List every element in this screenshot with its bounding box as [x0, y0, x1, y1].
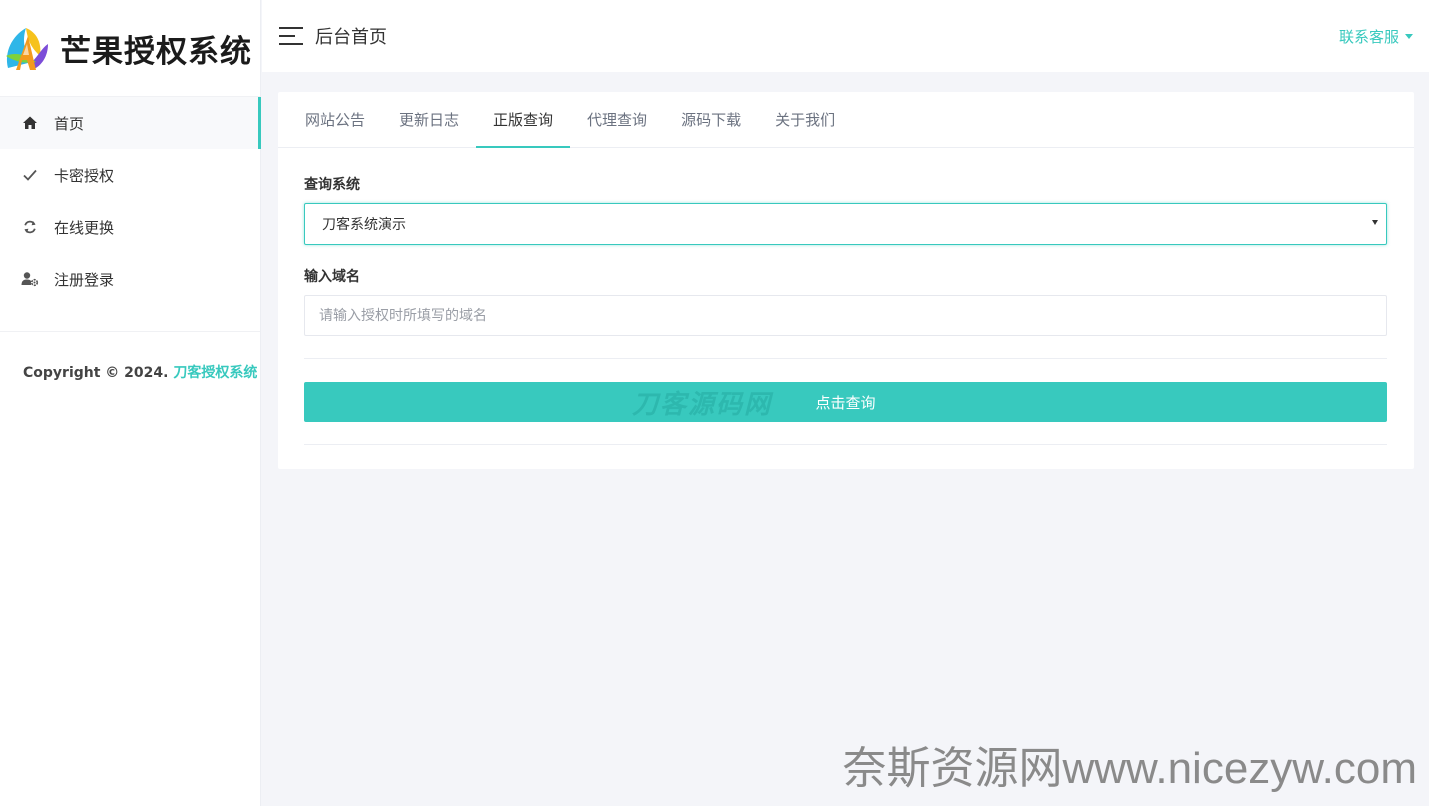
- system-select-value: 刀客系统演示: [322, 217, 406, 233]
- contact-service-dropdown[interactable]: 联系客服: [1339, 26, 1413, 47]
- copyright: Copyright © 2024. 刀客授权系统: [0, 332, 260, 382]
- tab-genuine-query[interactable]: 正版查询: [476, 92, 571, 148]
- sidebar-item-label: 卡密授权: [54, 166, 115, 185]
- query-card: 网站公告 更新日志 正版查询 代理查询 源码下载 关于我们 查询系统 刀客系统演…: [278, 92, 1414, 469]
- select-arrow-icon: [1372, 220, 1378, 225]
- tab-announcement[interactable]: 网站公告: [288, 92, 382, 147]
- sidebar-item-online-change[interactable]: 在线更换: [0, 201, 260, 253]
- check-icon: [21, 166, 39, 184]
- system-label: 查询系统: [304, 177, 360, 193]
- form-divider: [304, 358, 1387, 359]
- copyright-text: Copyright © 2024.: [23, 365, 169, 381]
- refresh-icon: [21, 218, 39, 236]
- sidebar-item-label: 注册登录: [54, 270, 115, 289]
- query-submit-button[interactable]: 点击查询 刀客源码网: [304, 382, 1387, 422]
- home-icon: [21, 114, 39, 132]
- tab-source-download[interactable]: 源码下载: [664, 92, 758, 147]
- mango-logo-icon: [2, 22, 52, 74]
- tab-about-us[interactable]: 关于我们: [758, 92, 852, 147]
- tab-changelog[interactable]: 更新日志: [382, 92, 476, 147]
- contact-service-label: 联系客服: [1338, 27, 1399, 46]
- button-watermark-text: 刀客源码网: [632, 390, 773, 420]
- domain-input[interactable]: [304, 295, 1387, 336]
- query-form: 查询系统 刀客系统演示 输入域名 点击查询 刀客源码网: [278, 148, 1414, 445]
- top-header: 后台首页 联系客服: [262, 0, 1429, 72]
- page-title: 后台首页: [315, 27, 387, 48]
- sidebar-nav: 首页 卡密授权 在线更换 注册登录: [0, 97, 261, 305]
- sidebar-item-register-login[interactable]: 注册登录: [0, 253, 260, 305]
- copyright-link[interactable]: 刀客授权系统: [173, 365, 257, 381]
- sidebar-item-card-auth[interactable]: 卡密授权: [0, 149, 260, 201]
- sidebar: 芒果授权系统 首页 卡密授权 在线更换 注册登录 Copyright © 202…: [0, 0, 261, 806]
- system-select[interactable]: 刀客系统演示: [304, 203, 1387, 245]
- brand[interactable]: 芒果授权系统: [0, 0, 260, 97]
- brand-title: 芒果授权系统: [60, 33, 252, 70]
- caret-down-icon: [1405, 33, 1413, 39]
- sidebar-item-label: 首页: [54, 114, 85, 133]
- user-gear-icon: [21, 270, 39, 288]
- tab-bar: 网站公告 更新日志 正版查询 代理查询 源码下载 关于我们: [278, 92, 1414, 148]
- menu-toggle-icon[interactable]: [279, 27, 303, 45]
- tab-agent-query[interactable]: 代理查询: [570, 92, 664, 147]
- query-submit-label: 点击查询: [815, 393, 876, 412]
- sidebar-item-label: 在线更换: [54, 218, 115, 237]
- domain-label: 输入域名: [304, 269, 360, 285]
- site-watermark: 奈斯资源网www.nicezyw.com: [842, 744, 1417, 793]
- form-divider-bottom: [304, 444, 1387, 445]
- sidebar-item-home[interactable]: 首页: [0, 97, 261, 149]
